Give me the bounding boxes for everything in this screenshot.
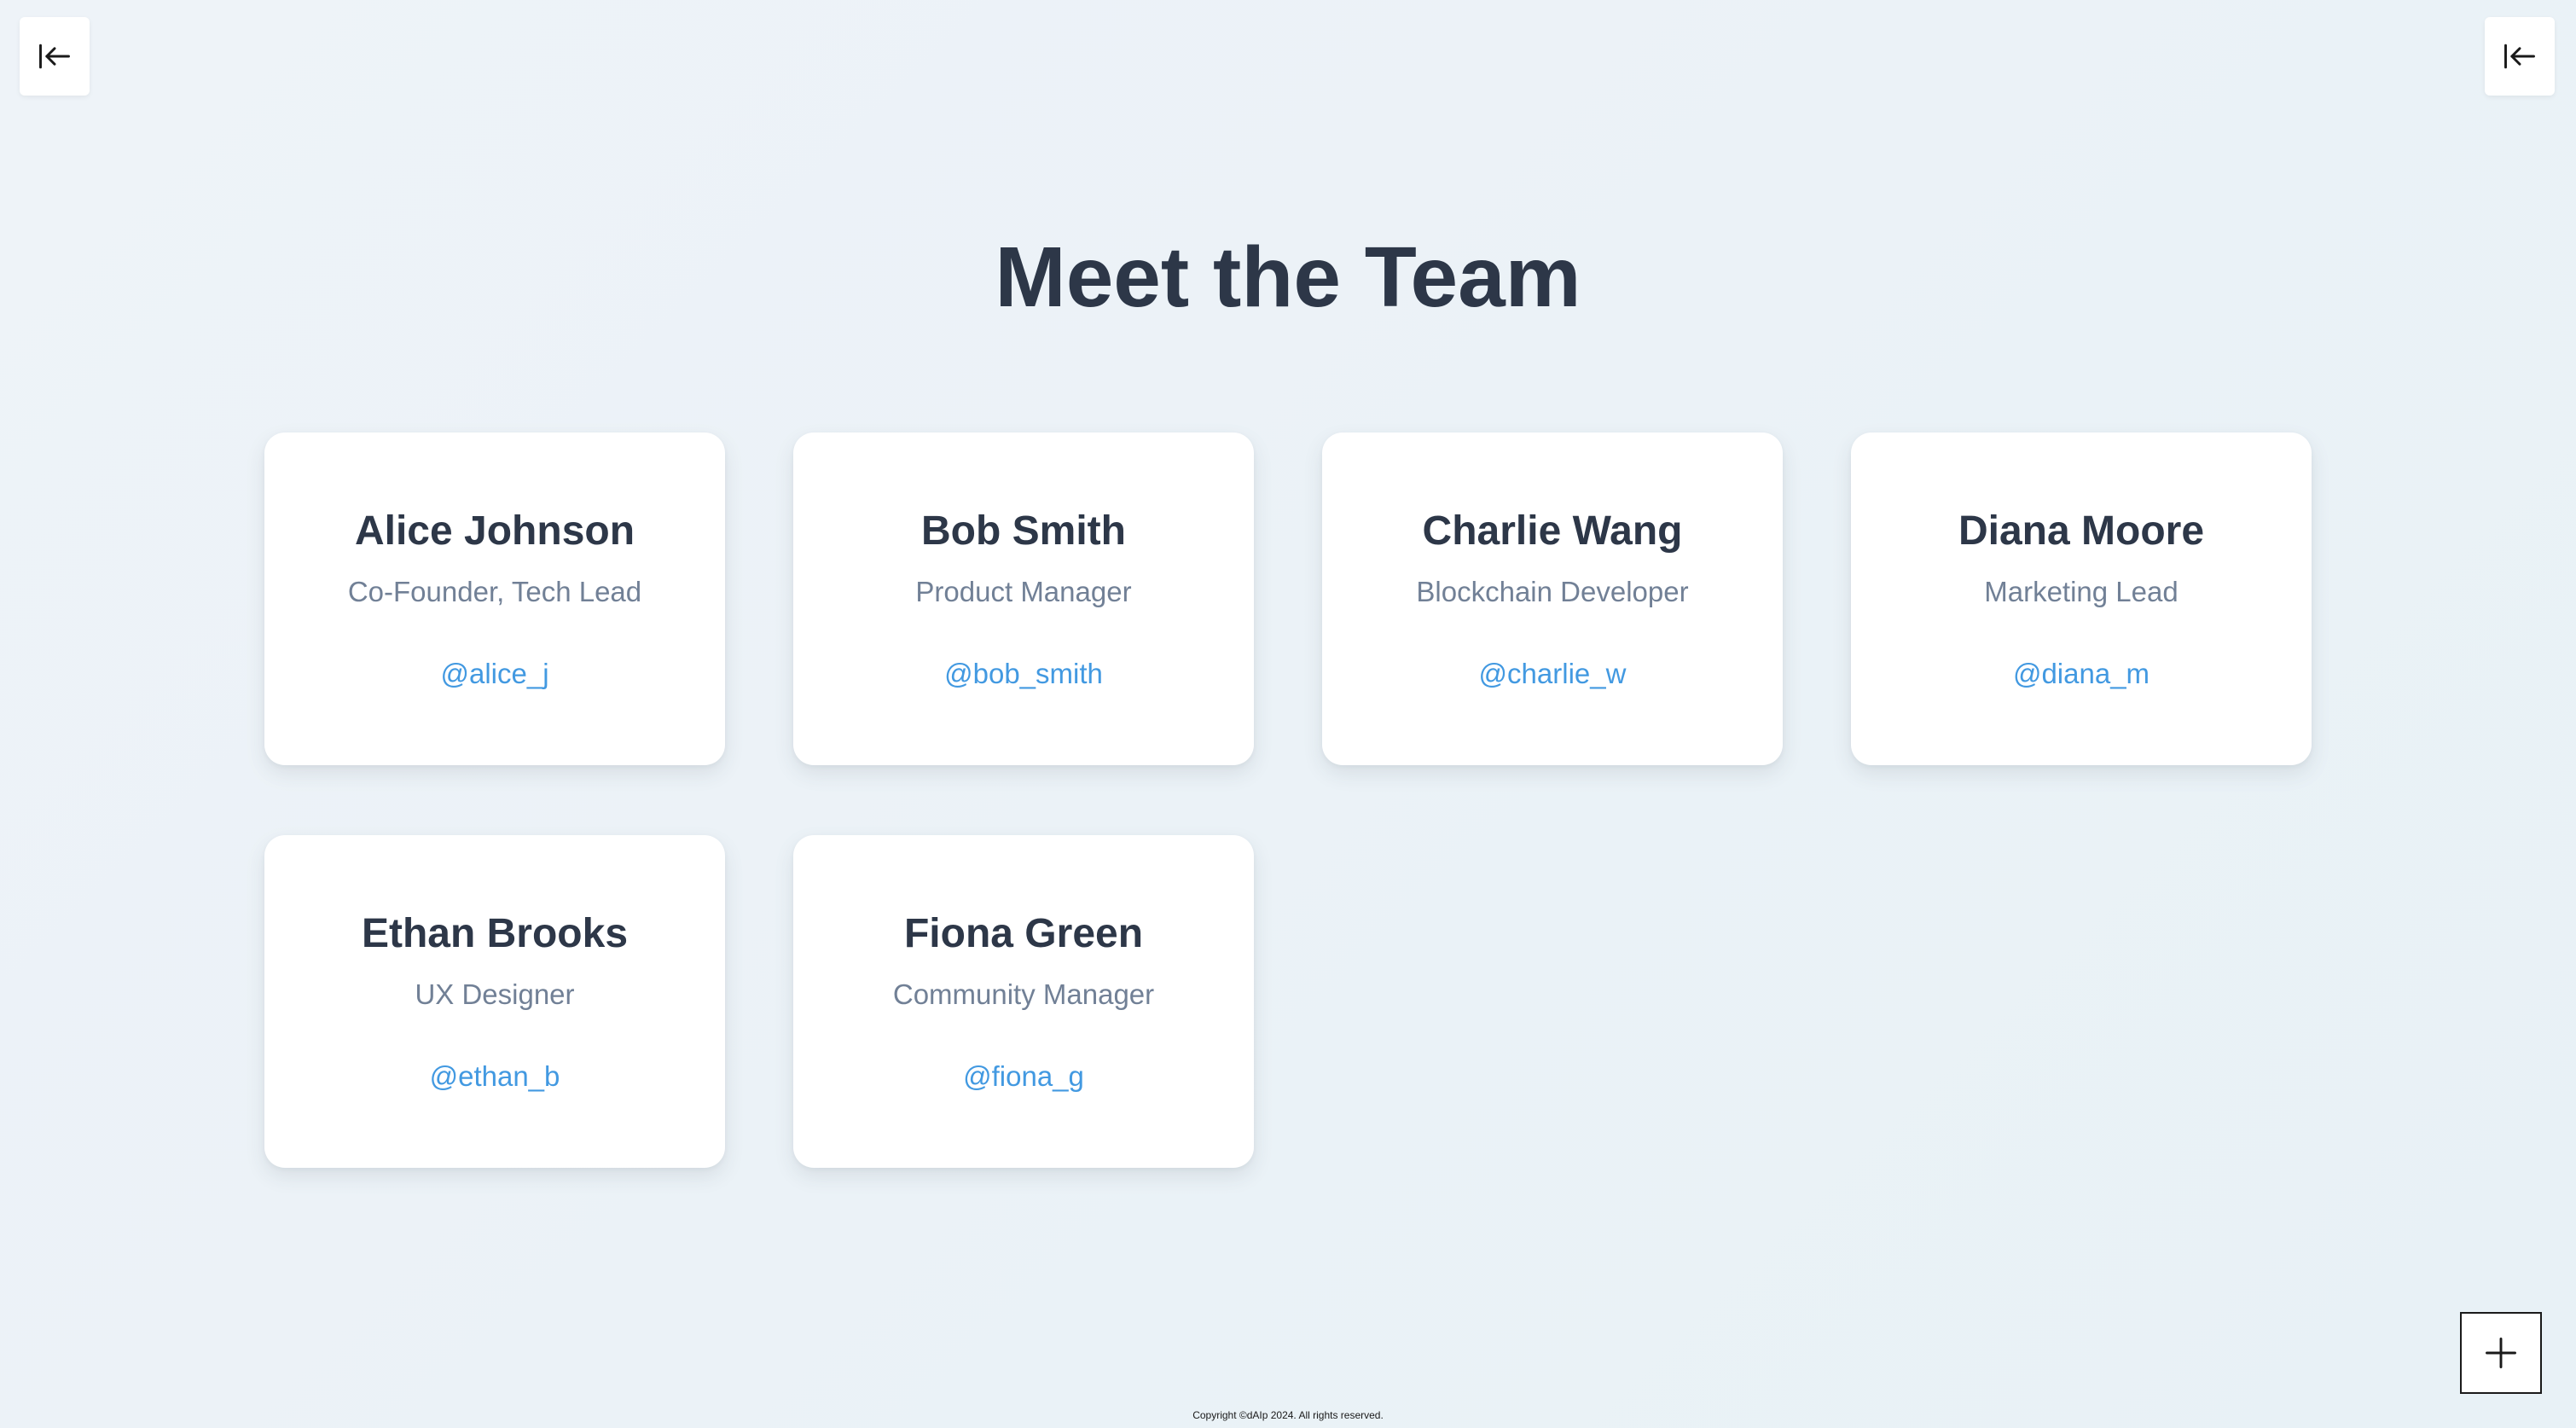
collapse-left-icon [39,44,70,69]
team-card: Ethan Brooks UX Designer @ethan_b [264,835,725,1168]
member-name: Charlie Wang [1422,508,1683,554]
member-name: Fiona Green [903,911,1144,956]
collapse-left-icon [2504,44,2535,69]
member-role: Blockchain Developer [1416,576,1689,607]
plus-icon [2486,1338,2516,1368]
footer-copyright: Copyright ©dAIp 2024. All rights reserve… [1192,1409,1384,1421]
member-handle-link[interactable]: @diana_m [1851,658,2312,690]
add-button[interactable] [2460,1312,2542,1394]
member-handle-link[interactable]: @alice_j [264,658,725,690]
collapse-sidebar-left-button[interactable] [20,17,90,96]
member-role: Community Manager [892,978,1155,1010]
team-card: Diana Moore Marketing Lead @diana_m [1851,432,2312,765]
member-name: Alice Johnson [354,508,635,554]
member-role: UX Designer [415,978,575,1010]
member-handle-link[interactable]: @fiona_g [793,1060,1254,1093]
team-card: Alice Johnson Co-Founder, Tech Lead @ali… [264,432,725,765]
team-card: Charlie Wang Blockchain Developer @charl… [1322,432,1783,765]
member-name: Bob Smith [921,508,1126,554]
member-name: Diana Moore [1958,508,2205,554]
member-handle-link[interactable]: @bob_smith [793,658,1254,690]
collapse-sidebar-right-button[interactable] [2485,17,2555,96]
page-title: Meet the Team [995,229,1581,325]
member-role: Marketing Lead [1984,576,2179,607]
member-role: Product Manager [915,576,1132,607]
member-role: Co-Founder, Tech Lead [347,576,642,607]
team-card: Bob Smith Product Manager @bob_smith [793,432,1254,765]
member-name: Ethan Brooks [361,911,629,956]
team-card: Fiona Green Community Manager @fiona_g [793,835,1254,1168]
member-handle-link[interactable]: @ethan_b [264,1060,725,1093]
member-handle-link[interactable]: @charlie_w [1322,658,1783,690]
